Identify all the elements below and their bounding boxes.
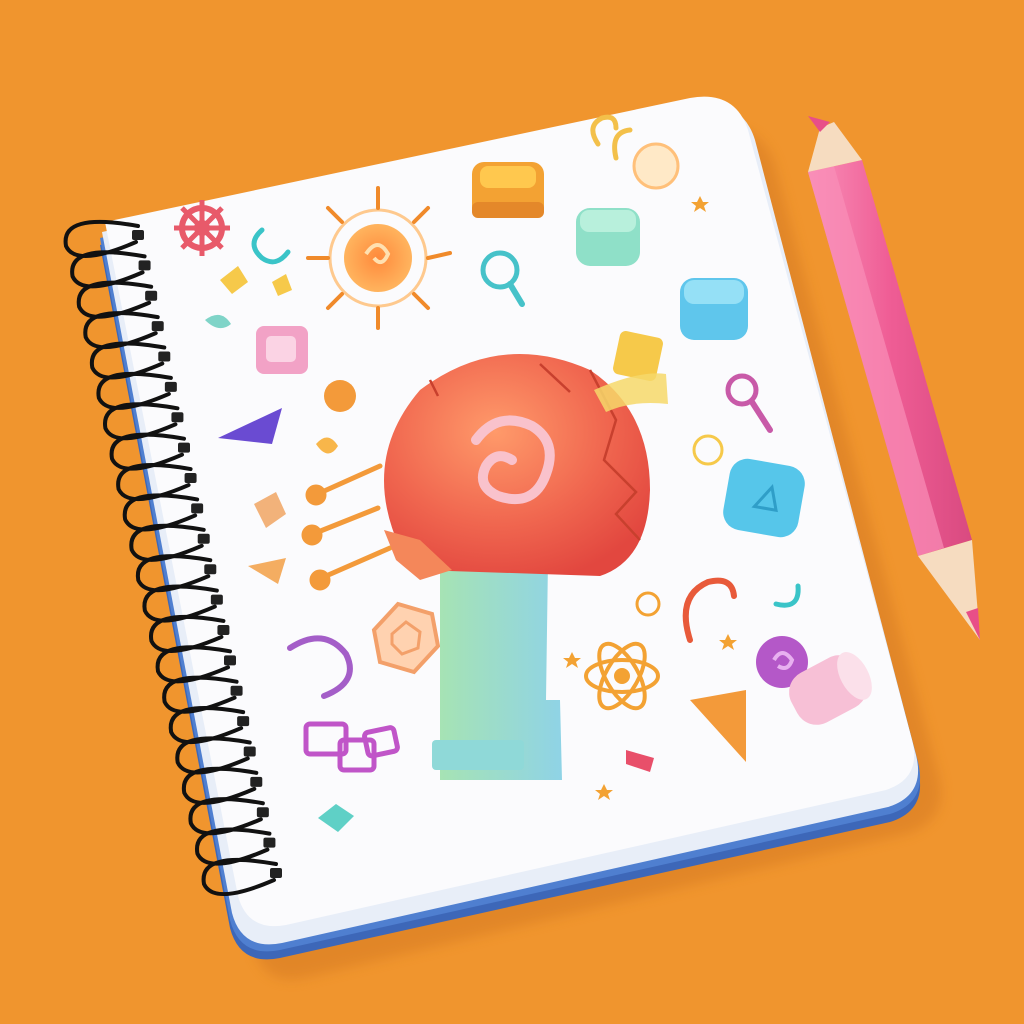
binding-hole [230, 685, 243, 696]
binding-hole [184, 473, 197, 484]
binding-hole [151, 321, 164, 332]
binding-hole [210, 594, 223, 605]
binding-hole [178, 442, 190, 453]
binding-hole [191, 503, 204, 514]
binding-hole [237, 716, 250, 727]
binding-hole [164, 381, 177, 392]
binding-hole [250, 776, 263, 787]
sun-icon [306, 186, 452, 330]
gear-icon [174, 200, 230, 256]
sun-icon [324, 380, 356, 412]
binding-hole [224, 655, 236, 666]
figure-base [432, 740, 524, 770]
binding-hole [217, 624, 230, 635]
pencil-tip-wood [918, 540, 980, 640]
illustration-scene [0, 0, 1024, 1024]
binding-hole [171, 412, 184, 423]
cube-icon [256, 326, 308, 374]
drum-icon [472, 162, 544, 218]
binding-hole [243, 746, 256, 757]
pencil-tip [966, 608, 980, 640]
notebook-illustration [63, 96, 980, 980]
binding-hole [158, 351, 171, 362]
binding-hole [256, 807, 269, 818]
drum-icon [576, 208, 640, 266]
binding-hole [197, 533, 210, 544]
binding-hole [263, 837, 276, 848]
binding-hole [270, 868, 282, 878]
binding-hole [145, 290, 158, 301]
drum-icon [680, 278, 748, 340]
cube-icon [723, 458, 805, 538]
binding-hole [132, 230, 144, 240]
binding-hole [138, 260, 151, 271]
binding-hole [204, 564, 217, 575]
